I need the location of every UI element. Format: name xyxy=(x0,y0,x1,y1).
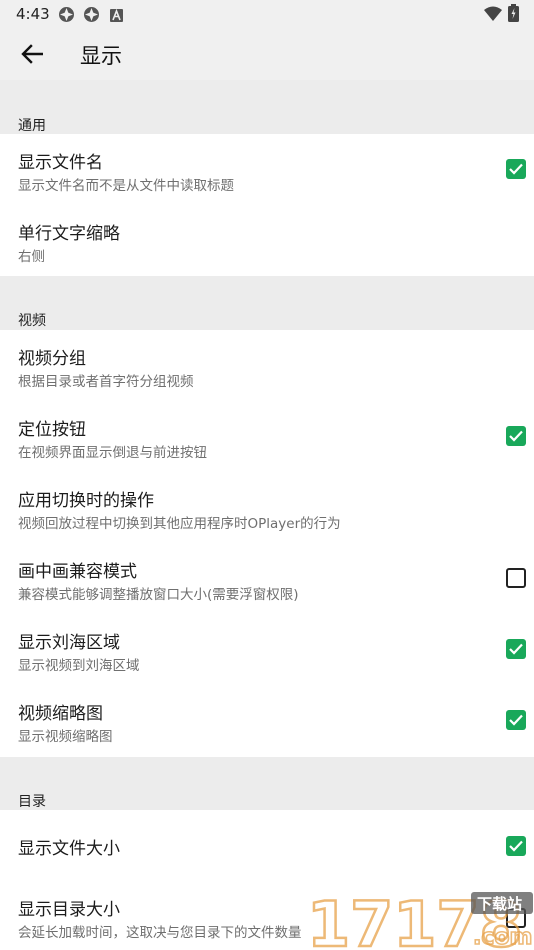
settings-group-general: 显示文件名 显示文件名而不是从文件中读取标题 单行文字缩略 右侧 xyxy=(0,134,534,276)
setting-subtitle: 显示文件名而不是从文件中读取标题 xyxy=(18,178,234,194)
video-thumbnail-checkbox[interactable] xyxy=(506,710,526,730)
watermark-suffix: .com xyxy=(473,925,532,950)
show-filename-checkbox[interactable] xyxy=(506,159,526,179)
setting-show-file-size[interactable]: 显示文件大小 xyxy=(0,810,534,881)
setting-title: 显示文件大小 xyxy=(18,839,120,859)
seek-buttons-checkbox[interactable] xyxy=(506,426,526,446)
check-icon xyxy=(509,163,523,175)
setting-value: 右侧 xyxy=(18,249,45,265)
pip-compat-checkbox[interactable] xyxy=(506,568,526,588)
section-header-general: 通用 xyxy=(0,80,534,134)
wifi-icon xyxy=(484,6,502,25)
setting-subtitle: 兼容模式能够调整播放窗口大小(需要浮窗权限) xyxy=(18,587,299,603)
setting-video-grouping[interactable]: 视频分组 根据目录或者首字符分组视频 xyxy=(0,330,534,401)
check-icon xyxy=(509,840,523,852)
check-icon xyxy=(509,643,523,655)
font-a-icon xyxy=(110,7,123,26)
setting-title: 画中画兼容模式 xyxy=(18,562,137,582)
setting-title: 定位按钮 xyxy=(18,420,86,440)
notch-area-checkbox[interactable] xyxy=(506,639,526,659)
status-time: 4:43 xyxy=(16,5,50,23)
setting-subtitle: 视频回放过程中切换到其他应用程序时OPlayer的行为 xyxy=(18,516,341,532)
setting-subtitle: 根据目录或者首字符分组视频 xyxy=(18,374,194,390)
setting-title: 显示刘海区域 xyxy=(18,633,120,653)
section-title: 目录 xyxy=(18,794,46,810)
setting-subtitle: 会延长加载时间，这取决与您目录下的文件数量 xyxy=(18,925,302,941)
status-bar: 4:43 xyxy=(0,0,534,28)
setting-title: 单行文字缩略 xyxy=(18,224,120,244)
setting-title: 应用切换时的操作 xyxy=(18,491,154,511)
show-file-size-checkbox[interactable] xyxy=(506,836,526,856)
setting-title: 视频缩略图 xyxy=(18,704,103,724)
setting-title: 显示文件名 xyxy=(18,153,103,173)
app-bar: 显示 xyxy=(0,28,534,80)
setting-pip-compat-mode[interactable]: 画中画兼容模式 兼容模式能够调整播放窗口大小(需要浮窗权限) xyxy=(0,543,534,614)
setting-title: 视频分组 xyxy=(18,349,86,369)
settings-group-video: 视频分组 根据目录或者首字符分组视频 定位按钮 在视频界面显示倒退与前进按钮 应… xyxy=(0,330,534,757)
watermark-badge: 下载站 xyxy=(477,895,522,913)
page-title: 显示 xyxy=(80,44,122,68)
setting-notch-area[interactable]: 显示刘海区域 显示视频到刘海区域 xyxy=(0,614,534,685)
battery-icon xyxy=(508,4,519,26)
check-icon xyxy=(509,714,523,726)
setting-show-filename[interactable]: 显示文件名 显示文件名而不是从文件中读取标题 xyxy=(0,134,534,205)
watermark-17178: 17178 下载站 .com xyxy=(305,886,534,950)
section-title: 通用 xyxy=(18,118,46,134)
check-icon xyxy=(509,430,523,442)
setting-app-switch-action[interactable]: 应用切换时的操作 视频回放过程中切换到其他应用程序时OPlayer的行为 xyxy=(0,472,534,543)
setting-title: 显示目录大小 xyxy=(18,900,120,920)
setting-subtitle: 显示视频缩略图 xyxy=(18,729,113,745)
app-notification-icon xyxy=(83,6,100,27)
section-header-directory: 目录 xyxy=(0,758,534,810)
setting-single-line-ellipsis[interactable]: 单行文字缩略 右侧 xyxy=(0,205,534,276)
setting-subtitle: 在视频界面显示倒退与前进按钮 xyxy=(18,445,207,461)
setting-seek-buttons[interactable]: 定位按钮 在视频界面显示倒退与前进按钮 xyxy=(0,401,534,472)
arrow-back-icon xyxy=(21,44,43,64)
section-title: 视频 xyxy=(18,313,46,329)
section-header-video: 视频 xyxy=(0,277,534,330)
setting-video-thumbnail[interactable]: 视频缩略图 显示视频缩略图 xyxy=(0,685,534,756)
app-notification-icon xyxy=(58,6,75,27)
back-button[interactable] xyxy=(14,38,50,70)
setting-subtitle: 显示视频到刘海区域 xyxy=(18,658,140,674)
